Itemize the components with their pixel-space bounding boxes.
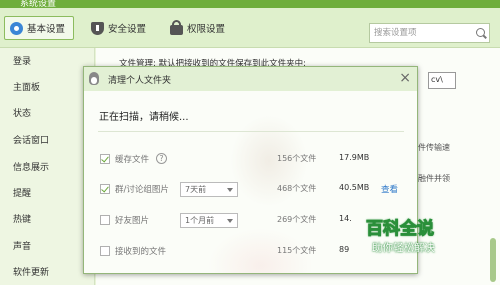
search-icon[interactable]: [476, 28, 485, 37]
sidebar-item-chat-window[interactable]: 会话窗口: [13, 133, 49, 146]
group-images-label: 群/讨论组图片: [115, 185, 169, 195]
cleanup-row-received-files: 接收到的文件 115个文件 89: [84, 242, 417, 262]
chevron-down-icon: [227, 188, 233, 192]
group-images-file-count: 468个文件: [277, 184, 317, 193]
sidebar-item-sound[interactable]: 声音: [13, 239, 31, 252]
group-images-age-value: 7天前: [185, 185, 207, 194]
settings-sidebar: 登录 主面板 状态 会话窗口 信息展示 提醒 热键 声音 软件更新: [0, 48, 95, 285]
tab-basic-settings[interactable]: 基本设置: [4, 16, 74, 40]
view-group-images-link[interactable]: 查看: [381, 183, 398, 195]
cache-size: 17.9MB: [339, 153, 370, 162]
close-icon[interactable]: ×: [399, 70, 411, 86]
sidebar-item-main-panel[interactable]: 主面板: [13, 80, 40, 93]
watermark-subtitle: 助你轻松解决: [372, 242, 435, 254]
chevron-down-icon: [227, 219, 233, 223]
tab-security-settings[interactable]: 安全设置: [91, 16, 146, 40]
group-images-size: 40.5MB: [339, 183, 370, 192]
dialog-divider: [98, 131, 404, 132]
cleanup-row-cache: 缓存文件 ? 156个文件 17.9MB: [84, 150, 417, 170]
received-files-checkbox[interactable]: [100, 246, 110, 256]
sidebar-item-login[interactable]: 登录: [13, 54, 31, 67]
tab-security-settings-label: 安全设置: [108, 24, 147, 35]
friend-images-label: 好友图片: [115, 216, 150, 226]
group-images-age-select[interactable]: 7天前: [180, 182, 238, 197]
sidebar-item-hotkeys[interactable]: 热键: [13, 212, 31, 225]
friend-images-checkbox[interactable]: [100, 215, 110, 225]
friend-images-file-count: 269个文件: [277, 215, 317, 224]
window-title-bar: 系统设置: [0, 0, 500, 9]
friend-images-size: 14.: [339, 214, 352, 223]
tab-basic-settings-label: 基本设置: [27, 24, 66, 35]
search-input[interactable]: [374, 26, 470, 40]
cleanup-row-group-images: 群/讨论组图片 7天前 468个文件 40.5MB 查看: [84, 180, 417, 200]
sidebar-item-software-update[interactable]: 软件更新: [13, 265, 49, 278]
scan-status-text: 正在扫描，请稍候...: [99, 112, 189, 123]
partial-text-transfer-speed: 件传输速: [418, 143, 450, 152]
received-files-size: 89: [339, 245, 350, 254]
partial-text-2: 融件并领: [418, 174, 450, 183]
gear-icon: [10, 21, 23, 35]
shield-icon: [91, 21, 104, 35]
tab-permission-settings-label: 权限设置: [187, 24, 226, 35]
top-toolbar: 基本设置 安全设置 权限设置: [0, 8, 500, 48]
qq-penguin-icon: [89, 72, 99, 85]
dialog-title-bar: 清理个人文件夹 ×: [84, 67, 417, 91]
cache-label: 缓存文件: [115, 155, 150, 165]
friend-images-age-value: 1个月前: [185, 216, 215, 225]
friend-images-age-select[interactable]: 1个月前: [180, 213, 238, 228]
sidebar-item-info-display[interactable]: 信息展示: [13, 160, 49, 173]
received-files-label: 接收到的文件: [115, 247, 167, 257]
lock-icon: [170, 20, 183, 35]
cache-file-count: 156个文件: [277, 154, 317, 163]
dialog-title: 清理个人文件夹: [108, 76, 172, 86]
content-scrollbar[interactable]: [490, 238, 496, 282]
watermark-title: 百科全说: [366, 219, 435, 240]
tab-permission-settings[interactable]: 权限设置: [170, 16, 225, 40]
sidebar-item-reminder[interactable]: 提醒: [13, 186, 31, 199]
save-path-field[interactable]: cv\: [428, 72, 456, 89]
sidebar-item-status[interactable]: 状态: [13, 106, 31, 119]
help-icon[interactable]: ?: [156, 153, 167, 164]
received-files-count: 115个文件: [277, 246, 317, 255]
cache-checkbox[interactable]: [100, 154, 110, 164]
settings-search: [369, 23, 490, 43]
group-images-checkbox[interactable]: [100, 184, 110, 194]
clean-personal-folder-dialog: 清理个人文件夹 × 正在扫描，请稍候... 缓存文件 ? 156个文件 17.9…: [83, 66, 418, 274]
